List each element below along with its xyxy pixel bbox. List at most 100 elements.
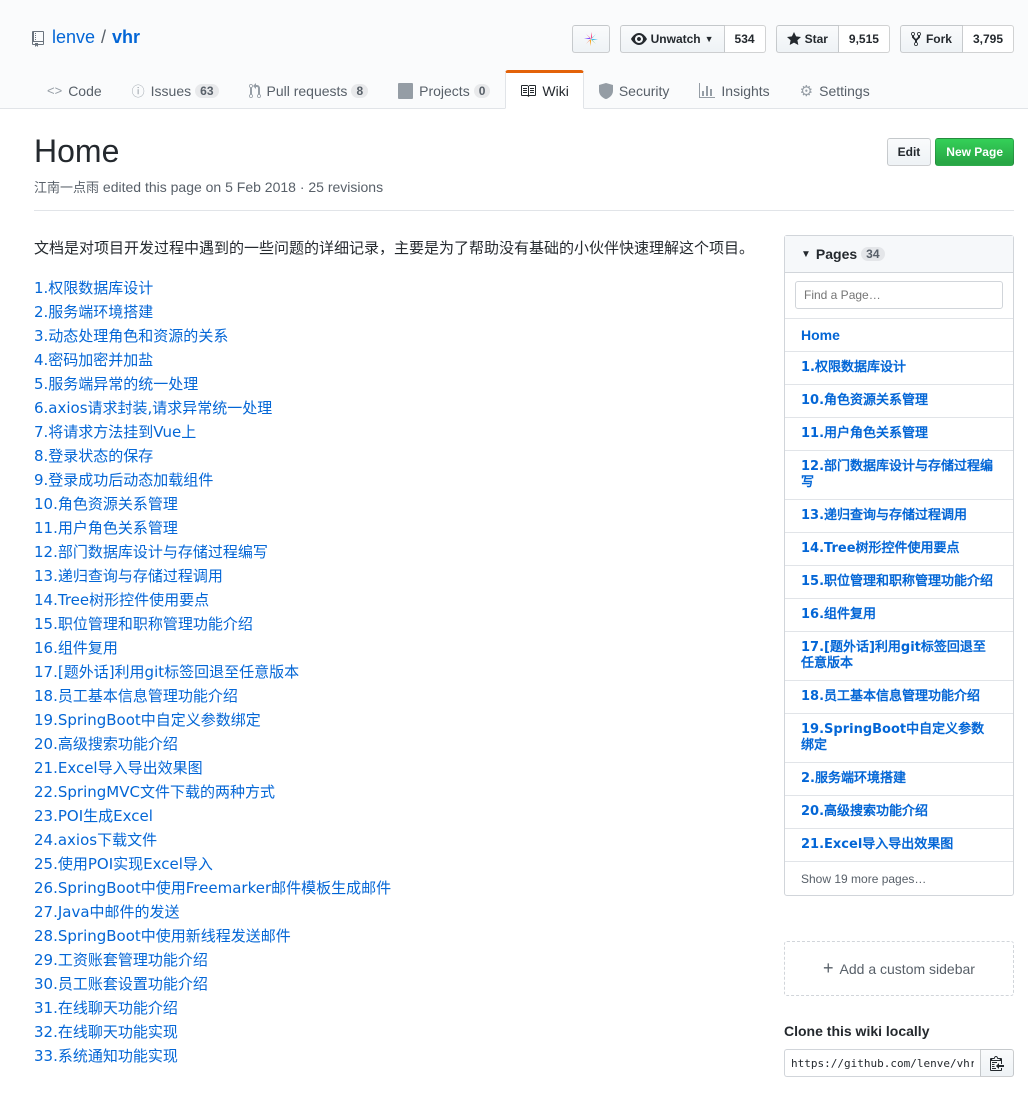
show-more-pages-link[interactable]: Show 19 more pages…: [785, 862, 1013, 895]
wiki-link[interactable]: 33.系统通知功能实现: [34, 1044, 754, 1068]
wiki-link[interactable]: 19.SpringBoot中自定义参数绑定: [34, 708, 754, 732]
page-actions: Edit New Page: [886, 138, 1014, 166]
unwatch-button[interactable]: Unwatch ▼: [619, 25, 725, 53]
repo-owner-link[interactable]: lenve: [52, 27, 95, 48]
book-icon: [521, 84, 537, 97]
sidebar-page-link[interactable]: 14.Tree树形控件使用要点: [801, 541, 960, 557]
graph-icon: [699, 82, 716, 98]
wiki-link[interactable]: 30.员工账套设置功能介绍: [34, 972, 754, 996]
page-edit-info: edited this page on 5 Feb 2018 · 25 revi…: [102, 179, 384, 195]
wiki-link[interactable]: 17.[题外话]利用git标签回退至任意版本: [34, 660, 754, 684]
repo-name-link[interactable]: vhr: [112, 27, 140, 48]
wiki-link[interactable]: 29.工资账套管理功能介绍: [34, 948, 754, 972]
wiki-link[interactable]: 16.组件复用: [34, 636, 754, 660]
wiki-link[interactable]: 8.登录状态的保存: [34, 444, 754, 468]
repo-separator: /: [101, 27, 107, 47]
repo-nav: <> Code ⓘ Issues 63 Pull requests 8 Proj…: [32, 70, 885, 109]
tab-security[interactable]: Security: [584, 70, 685, 109]
tab-code[interactable]: <> Code: [32, 70, 117, 109]
tab-projects[interactable]: Projects 0: [383, 70, 505, 109]
wiki-link[interactable]: 14.Tree树形控件使用要点: [34, 588, 754, 612]
wiki-link[interactable]: 15.职位管理和职称管理功能介绍: [34, 612, 754, 636]
repo-actions: Unwatch ▼ 534 Star 9,515 Fork 3,795: [571, 25, 1014, 53]
sidebar-page-item: 12.部门数据库设计与存储过程编写: [785, 451, 1013, 500]
tab-pull-requests[interactable]: Pull requests 8: [234, 70, 384, 109]
gear-icon: ⚙: [799, 82, 814, 100]
wiki-link[interactable]: 3.动态处理角色和资源的关系: [34, 324, 754, 348]
wiki-link[interactable]: 20.高级搜索功能介绍: [34, 732, 754, 756]
sidebar-page-item: 19.SpringBoot中自定义参数绑定: [785, 714, 1013, 763]
wiki-link[interactable]: 6.axios请求封装,请求异常统一处理: [34, 396, 754, 420]
wiki-link[interactable]: 5.服务端异常的统一处理: [34, 372, 754, 396]
sidebar-page-link[interactable]: 20.高级搜索功能介绍: [801, 804, 928, 820]
star-icon: [786, 32, 801, 45]
sidebar-page-link[interactable]: 11.用户角色关系管理: [801, 426, 928, 442]
sidebar-page-link[interactable]: 21.Excel导入导出效果图: [801, 837, 953, 853]
sidebar-page-link[interactable]: 19.SpringBoot中自定义参数绑定: [801, 722, 997, 754]
wiki-link[interactable]: 25.使用POI实现Excel导入: [34, 852, 754, 876]
wiki-link[interactable]: 1.权限数据库设计: [34, 276, 754, 300]
tab-settings-label: Settings: [819, 82, 870, 99]
repo-header: lenve / vhr Unwatch ▼ 534 Star 9,515 For…: [0, 0, 1028, 109]
sidebar-page-link[interactable]: 10.角色资源关系管理: [801, 393, 928, 409]
tab-settings[interactable]: ⚙ Settings: [785, 70, 885, 109]
wiki-link[interactable]: 23.POI生成Excel: [34, 804, 754, 828]
clone-url-input[interactable]: [784, 1049, 980, 1077]
sidebar-page-link[interactable]: 15.职位管理和职称管理功能介绍: [801, 574, 993, 590]
new-page-button[interactable]: New Page: [935, 138, 1014, 166]
wiki-content: 文档是对项目开发过程中遇到的一些问题的详细记录，主要是为了帮助没有基础的小伙伴快…: [34, 236, 754, 1068]
wiki-link[interactable]: 13.递归查询与存储过程调用: [34, 564, 754, 588]
forks-count[interactable]: 3,795: [962, 25, 1014, 53]
zenhub-button[interactable]: [571, 25, 610, 53]
wiki-link[interactable]: 10.角色资源关系管理: [34, 492, 754, 516]
add-custom-sidebar-button[interactable]: + Add a custom sidebar: [784, 941, 1014, 996]
watchers-count[interactable]: 534: [724, 25, 766, 53]
tab-insights[interactable]: Insights: [684, 70, 784, 109]
sidebar-page-link[interactable]: 13.递归查询与存储过程调用: [801, 508, 967, 524]
star-group: Star 9,515: [775, 25, 890, 53]
watch-group: Unwatch ▼ 534: [619, 25, 766, 53]
clone-wiki-title: Clone this wiki locally: [784, 1023, 930, 1039]
sidebar-page-item: 11.用户角色关系管理: [785, 418, 1013, 451]
find-page-input[interactable]: [795, 281, 1003, 309]
pages-toggle[interactable]: ▼ Pages 34: [785, 236, 1013, 273]
wiki-link[interactable]: 18.员工基本信息管理功能介绍: [34, 684, 754, 708]
sidebar-page-link[interactable]: 2.服务端环境搭建: [801, 771, 906, 787]
tab-pull-requests-label: Pull requests: [266, 82, 348, 99]
star-button[interactable]: Star: [775, 25, 839, 53]
wiki-link[interactable]: 27.Java中邮件的发送: [34, 900, 754, 924]
repo-icon: [32, 30, 44, 47]
wiki-link[interactable]: 26.SpringBoot中使用Freemarker邮件模板生成邮件: [34, 876, 754, 900]
sidebar-page-link[interactable]: 1.权限数据库设计: [801, 360, 906, 376]
tab-insights-label: Insights: [721, 82, 770, 99]
project-icon: [398, 82, 414, 99]
wiki-link[interactable]: 4.密码加密并加盐: [34, 348, 754, 372]
sidebar-page-link[interactable]: 17.[题外话]利用git标签回退至任意版本: [801, 640, 997, 672]
wiki-link[interactable]: 12.部门数据库设计与存储过程编写: [34, 540, 754, 564]
sidebar-page-item: Home: [785, 319, 1013, 352]
wiki-link[interactable]: 31.在线聊天功能介绍: [34, 996, 754, 1020]
wiki-link[interactable]: 28.SpringBoot中使用新线程发送邮件: [34, 924, 754, 948]
wiki-link[interactable]: 9.登录成功后动态加载组件: [34, 468, 754, 492]
tab-issues[interactable]: ⓘ Issues 63: [117, 70, 234, 109]
fork-button[interactable]: Fork: [899, 25, 963, 53]
wiki-link[interactable]: 22.SpringMVC文件下载的两种方式: [34, 780, 754, 804]
wiki-link[interactable]: 24.axios下载文件: [34, 828, 754, 852]
tab-wiki[interactable]: Wiki: [505, 70, 584, 109]
edit-button[interactable]: Edit: [886, 138, 932, 166]
wiki-link[interactable]: 7.将请求方法挂到Vue上: [34, 420, 754, 444]
copy-clone-url-button[interactable]: [980, 1049, 1014, 1077]
wiki-link[interactable]: 2.服务端环境搭建: [34, 300, 754, 324]
star-label: Star: [804, 32, 828, 46]
sidebar-page-link[interactable]: 12.部门数据库设计与存储过程编写: [801, 459, 997, 491]
triangle-down-icon: ▼: [801, 248, 811, 260]
sidebar-page-item: 17.[题外话]利用git标签回退至任意版本: [785, 632, 1013, 681]
wiki-link[interactable]: 11.用户角色关系管理: [34, 516, 754, 540]
sidebar-page-item: 16.组件复用: [785, 599, 1013, 632]
wiki-link[interactable]: 21.Excel导入导出效果图: [34, 756, 754, 780]
wiki-link[interactable]: 32.在线聊天功能实现: [34, 1020, 754, 1044]
sidebar-page-link[interactable]: 16.组件复用: [801, 607, 876, 623]
sidebar-page-link[interactable]: 18.员工基本信息管理功能介绍: [801, 689, 980, 705]
sidebar-page-link[interactable]: Home: [801, 327, 840, 343]
stargazers-count[interactable]: 9,515: [838, 25, 890, 53]
